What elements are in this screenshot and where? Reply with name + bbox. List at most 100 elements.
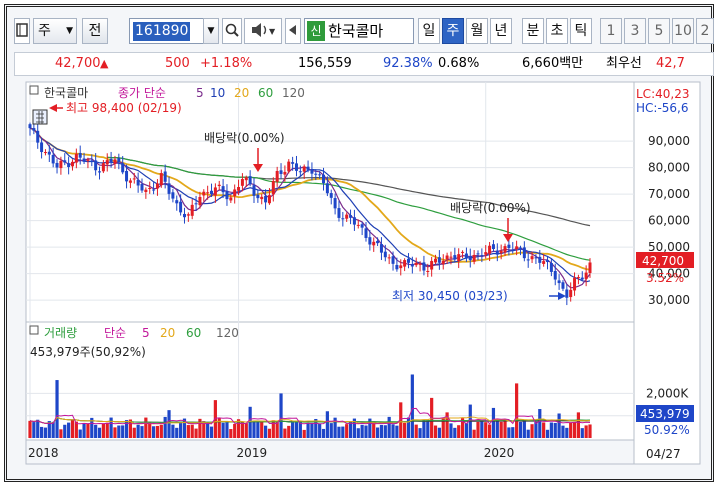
candle-body: [368, 237, 372, 245]
volume-bar: [97, 427, 102, 438]
volume-bar: [233, 423, 237, 438]
volume-bar: [51, 421, 55, 438]
candle-body: [322, 174, 326, 184]
candle-body: [32, 128, 36, 131]
candle-body: [310, 169, 314, 174]
candle-body: [175, 200, 179, 204]
candle-body: [360, 224, 364, 228]
candle-body: [457, 254, 461, 262]
candle-body: [82, 158, 86, 162]
volume-bar: [194, 428, 198, 438]
volume-bar: [252, 421, 256, 438]
candle-body: [476, 253, 480, 255]
volume-bar: [151, 426, 156, 438]
volume-bar: [553, 422, 557, 438]
candle-body: [434, 258, 438, 263]
candle-body: [430, 260, 434, 270]
candle-body: [449, 256, 453, 258]
volume-bar: [260, 420, 264, 438]
volume-bar: [155, 425, 160, 438]
candle-body: [426, 270, 430, 272]
candle-body: [171, 192, 175, 199]
volume-bar: [511, 427, 515, 438]
candle-body: [588, 262, 592, 273]
volume-bar: [406, 417, 411, 438]
candle-body: [128, 180, 132, 183]
volume-bar: [263, 425, 268, 438]
current-price-box-text: 42,700: [642, 254, 684, 268]
volume-bar: [507, 427, 511, 438]
y-tick-label: 90,000: [648, 134, 690, 148]
candle-body: [356, 224, 360, 226]
candle-body: [507, 244, 511, 249]
volume-bar: [360, 424, 364, 438]
volume-pct-label: 50.92%: [644, 423, 690, 437]
volume-bar: [565, 427, 569, 438]
lc-label: LC:40,23: [636, 87, 689, 101]
candle-body: [364, 228, 368, 238]
volume-bar: [503, 420, 507, 438]
candle-body: [98, 171, 102, 173]
candle-body: [136, 179, 140, 186]
candle-body: [148, 187, 152, 189]
volume-bar: [383, 425, 387, 438]
candle-body: [383, 251, 387, 258]
x-tick-label: 2019: [237, 446, 268, 460]
candle-body: [549, 263, 553, 272]
candle-body: [391, 256, 395, 264]
volume-bar: [86, 423, 90, 438]
volume-bar: [275, 422, 279, 438]
candle-body: [403, 260, 407, 267]
candle-body: [453, 255, 457, 260]
candle-body: [515, 246, 519, 249]
candle-body: [395, 264, 399, 270]
candle-body: [55, 162, 59, 168]
candle-body: [491, 244, 495, 250]
y-tick-label: 80,000: [648, 161, 690, 175]
volume-bar: [306, 423, 310, 438]
legend-ma20: 20: [234, 86, 249, 100]
y-tick-label: 60,000: [648, 214, 690, 228]
candle-body: [325, 183, 329, 194]
candle-body: [422, 262, 426, 271]
ex-dividend-2-text: 배당락(0.00%): [450, 201, 531, 215]
volume-bar: [279, 393, 283, 438]
candle-body: [90, 160, 94, 162]
candle-body: [329, 193, 333, 198]
candle-body: [74, 153, 78, 163]
volume-bar: [534, 421, 538, 438]
volume-bar: [572, 422, 577, 438]
candle-body: [155, 183, 159, 189]
volume-bar: [414, 424, 418, 438]
candle-body: [352, 217, 356, 225]
candle-body: [194, 203, 198, 205]
candle-body: [345, 214, 349, 219]
candle-body: [379, 244, 383, 253]
candle-body: [221, 186, 225, 193]
candle-body: [167, 183, 171, 194]
candle-body: [28, 124, 32, 129]
candle-body: [418, 263, 422, 265]
volume-bar: [549, 422, 553, 438]
candle-body: [287, 161, 291, 172]
candle-body: [271, 181, 275, 195]
volume-bar: [542, 422, 546, 438]
candle-body: [499, 251, 503, 254]
volume-bar: [140, 426, 144, 438]
candle-body: [283, 171, 287, 175]
candle-body: [565, 289, 569, 298]
volume-bar: [39, 426, 44, 438]
candle-body: [113, 159, 117, 164]
candle-body: [495, 250, 499, 255]
volume-bar: [229, 429, 233, 438]
volume-bar: [148, 422, 152, 438]
volume-bar: [43, 427, 48, 438]
candle-body: [530, 256, 534, 260]
candle-body: [256, 194, 260, 199]
volume-bar: [395, 425, 399, 438]
volume-bar: [364, 425, 368, 438]
candle-body: [202, 191, 206, 196]
candle-body: [576, 277, 580, 279]
candle-body: [267, 195, 271, 204]
volume-bar: [499, 421, 503, 438]
